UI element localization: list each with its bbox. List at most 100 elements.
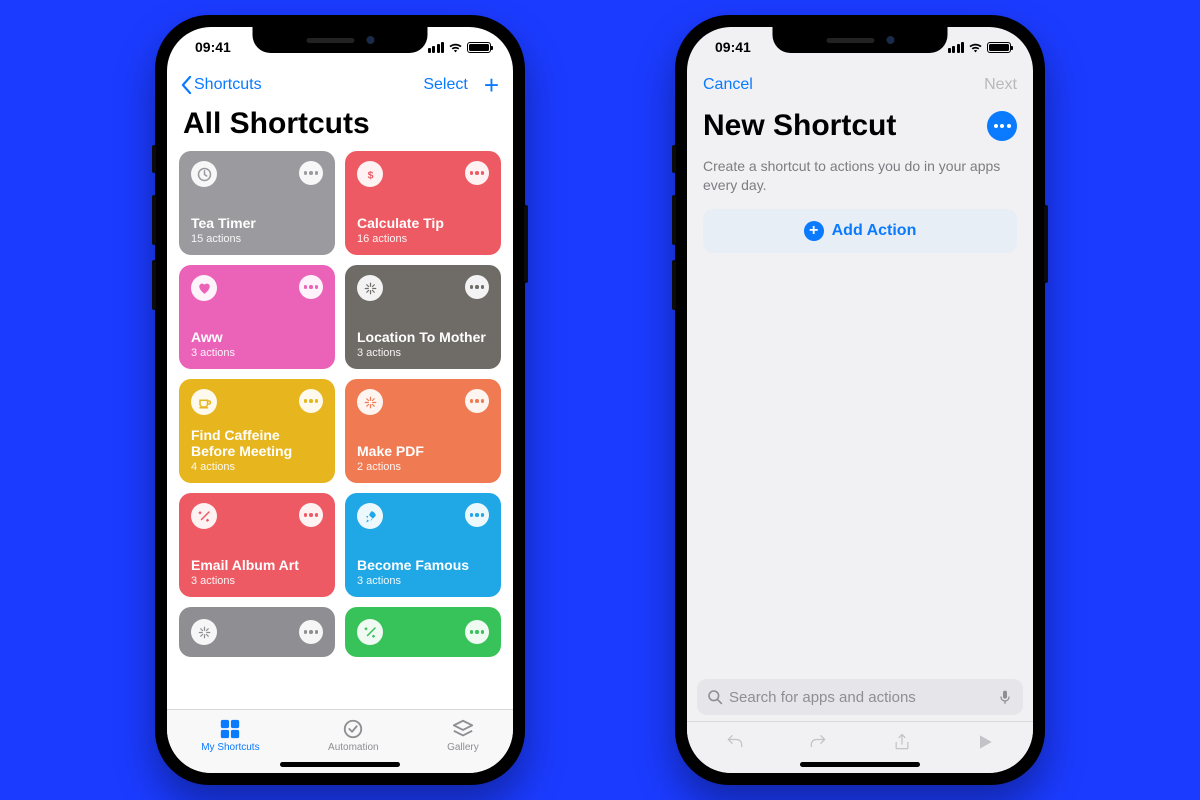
home-indicator[interactable] — [800, 762, 920, 767]
clock-check-icon — [342, 718, 364, 740]
wifi-icon — [968, 42, 983, 53]
card-more-button[interactable] — [299, 620, 323, 644]
search-placeholder: Search for apps and actions — [729, 689, 991, 706]
card-subtitle: 3 actions — [191, 347, 323, 359]
card-more-button[interactable] — [299, 161, 323, 185]
tab-my-shortcuts[interactable]: My Shortcuts — [201, 718, 259, 753]
card-subtitle: 16 actions — [357, 233, 489, 245]
card-more-button[interactable] — [465, 620, 489, 644]
redo-button[interactable] — [804, 728, 832, 756]
card-subtitle: 4 actions — [191, 461, 323, 473]
shortcut-card[interactable] — [345, 607, 501, 657]
battery-icon — [467, 42, 491, 53]
card-title: Location To Mother — [357, 329, 489, 345]
nav-bar: Shortcuts Select + — [167, 67, 513, 103]
card-title: Calculate Tip — [357, 215, 489, 231]
status-time: 09:41 — [189, 39, 231, 55]
mic-icon[interactable] — [997, 689, 1013, 705]
search-field[interactable]: Search for apps and actions — [697, 679, 1023, 715]
card-title: Aww — [191, 329, 323, 345]
signal-icon — [948, 42, 965, 53]
card-subtitle: 15 actions — [191, 233, 323, 245]
signal-icon — [428, 42, 445, 53]
share-icon — [892, 732, 912, 752]
tab-gallery[interactable]: Gallery — [447, 718, 479, 753]
status-time: 09:41 — [709, 39, 751, 55]
stack-icon — [452, 718, 474, 740]
back-label: Shortcuts — [194, 76, 262, 94]
card-title: Make PDF — [357, 443, 489, 459]
sparkle-icon — [357, 275, 383, 301]
shortcut-card[interactable]: Find Caffeine Before Meeting 4 actions — [179, 379, 335, 483]
card-more-button[interactable] — [465, 503, 489, 527]
undo-icon — [725, 732, 745, 752]
home-indicator[interactable] — [280, 762, 400, 767]
tab-automation[interactable]: Automation — [328, 718, 379, 753]
card-title: Become Famous — [357, 557, 489, 573]
redo-icon — [808, 732, 828, 752]
tab-label: My Shortcuts — [201, 742, 259, 753]
shortcut-card[interactable]: Aww 3 actions — [179, 265, 335, 369]
screen-new-shortcut: 09:41 Cancel Next New Shortcut Create a … — [687, 27, 1033, 773]
chevron-left-icon — [181, 76, 192, 94]
shortcut-card[interactable]: Tea Timer 15 actions — [179, 151, 335, 255]
shortcut-card[interactable] — [179, 607, 335, 657]
battery-icon — [987, 42, 1011, 53]
dollar-icon: $ — [357, 161, 383, 187]
search-icon — [707, 689, 723, 705]
more-button[interactable] — [987, 111, 1017, 141]
select-button[interactable]: Select — [423, 76, 467, 94]
phone-frame-right: 09:41 Cancel Next New Shortcut Create a … — [675, 15, 1045, 785]
description-text: Create a shortcut to actions you do in y… — [687, 149, 1033, 209]
play-icon — [975, 732, 995, 752]
share-button[interactable] — [888, 728, 916, 756]
card-subtitle: 3 actions — [357, 575, 489, 587]
nav-bar: Cancel Next — [687, 67, 1033, 103]
cup-icon — [191, 389, 217, 415]
grid-icon — [219, 718, 241, 740]
card-more-button[interactable] — [465, 389, 489, 413]
card-more-button[interactable] — [299, 389, 323, 413]
page-title: New Shortcut — [703, 109, 896, 143]
screen-shortcuts: 09:41 Shortcuts Select + All Shortcuts T… — [167, 27, 513, 773]
card-subtitle: 3 actions — [357, 347, 489, 359]
card-title: Email Album Art — [191, 557, 323, 573]
add-action-button[interactable]: + Add Action — [703, 209, 1017, 253]
wifi-icon — [448, 42, 463, 53]
plus-circle-icon: + — [804, 221, 824, 241]
card-title: Tea Timer — [191, 215, 323, 231]
sparkle-icon — [191, 619, 217, 645]
shortcut-card[interactable]: Become Famous 3 actions — [345, 493, 501, 597]
wand-icon — [357, 619, 383, 645]
phone-frame-left: 09:41 Shortcuts Select + All Shortcuts T… — [155, 15, 525, 785]
card-more-button[interactable] — [465, 275, 489, 299]
page-title: All Shortcuts — [167, 103, 513, 151]
notch — [253, 27, 428, 53]
tab-label: Automation — [328, 742, 379, 753]
notch — [773, 27, 948, 53]
shortcut-card[interactable]: $ Calculate Tip 16 actions — [345, 151, 501, 255]
card-more-button[interactable] — [465, 161, 489, 185]
rocket-icon — [357, 503, 383, 529]
card-subtitle: 2 actions — [357, 461, 489, 473]
card-more-button[interactable] — [299, 275, 323, 299]
card-subtitle: 3 actions — [191, 575, 323, 587]
sparkle-icon — [357, 389, 383, 415]
tab-label: Gallery — [447, 742, 479, 753]
clock-icon — [191, 161, 217, 187]
card-title: Find Caffeine Before Meeting — [191, 427, 323, 459]
back-button[interactable]: Shortcuts — [181, 76, 262, 94]
cancel-button[interactable]: Cancel — [703, 76, 753, 94]
add-action-label: Add Action — [832, 222, 917, 240]
next-button[interactable]: Next — [984, 76, 1017, 94]
shortcut-card[interactable]: Location To Mother 3 actions — [345, 265, 501, 369]
card-more-button[interactable] — [299, 503, 323, 527]
undo-button[interactable] — [721, 728, 749, 756]
shortcuts-grid[interactable]: Tea Timer 15 actions $ Calculate Tip 16 acti… — [167, 151, 513, 709]
add-button[interactable]: + — [484, 72, 499, 98]
heart-icon — [191, 275, 217, 301]
play-button[interactable] — [971, 728, 999, 756]
shortcut-card[interactable]: Make PDF 2 actions — [345, 379, 501, 483]
svg-text:$: $ — [367, 169, 373, 181]
shortcut-card[interactable]: Email Album Art 3 actions — [179, 493, 335, 597]
